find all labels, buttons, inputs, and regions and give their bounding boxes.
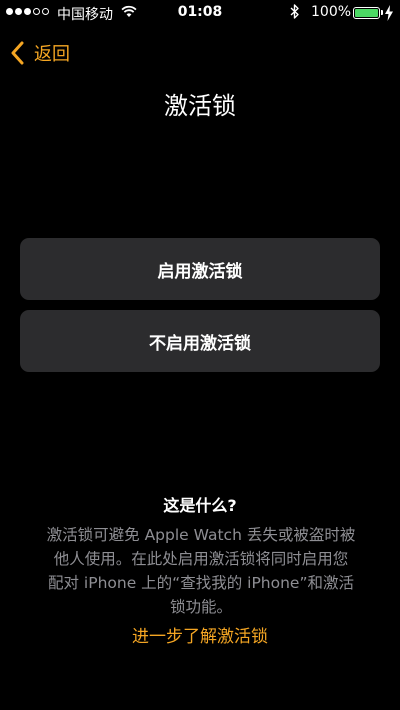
- battery-tip: [381, 10, 383, 15]
- status-bar: 中国移动 01:08 100%: [0, 0, 400, 26]
- activation-lock-screen: 中国移动 01:08 100% 返回 激活锁 启用激活锁 不启用激活锁 这是什么…: [0, 0, 400, 710]
- battery-icon: [353, 7, 380, 19]
- info-line: 配对 iPhone 上的“查找我的 iPhone”和激活: [48, 574, 354, 592]
- back-label: 返回: [34, 44, 70, 65]
- info-heading: 这是什么?: [163, 496, 237, 515]
- page-title: 激活锁: [164, 92, 236, 120]
- bluetooth-icon: [290, 4, 299, 19]
- charging-bolt-icon: [385, 5, 393, 21]
- chevron-left-icon: [11, 41, 24, 65]
- battery-percentage: 100%: [311, 4, 352, 20]
- battery-fill: [355, 9, 378, 17]
- learn-more-link[interactable]: 进一步了解激活锁: [0, 622, 400, 647]
- info-description: 激活锁可避免 Apple Watch 丢失或被盗时被 他人使用。在此处启用激活锁…: [20, 523, 382, 619]
- back-button[interactable]: 返回: [10, 39, 70, 67]
- enable-activation-lock-button[interactable]: 启用激活锁: [20, 238, 380, 300]
- info-line: 他人使用。在此处启用激活锁将同时启用您: [53, 550, 349, 568]
- disable-activation-lock-button[interactable]: 不启用激活锁: [20, 310, 380, 372]
- info-line: 锁功能。: [169, 598, 232, 616]
- info-line: 激活锁可避免 Apple Watch 丢失或被盗时被: [46, 526, 356, 544]
